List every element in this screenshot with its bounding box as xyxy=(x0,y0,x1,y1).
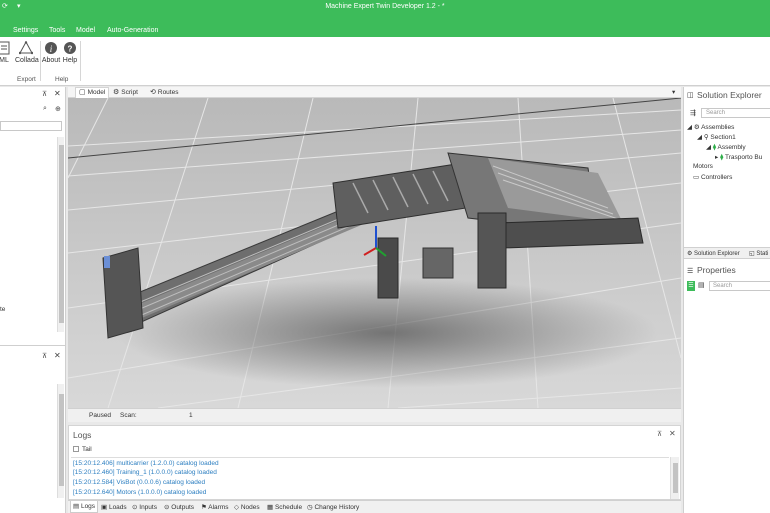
tree-item-motors[interactable]: Motors xyxy=(693,163,713,170)
menu-settings[interactable]: Settings xyxy=(13,27,38,34)
scan-value: 1 xyxy=(189,412,193,419)
logs-panel: Logs ⊼ ✕ Tail [15:20:12.406] multicarrie… xyxy=(68,425,681,500)
scan-label: Scan: xyxy=(120,412,137,419)
svg-text:?: ? xyxy=(68,45,73,54)
close-icon[interactable]: ✕ xyxy=(54,89,61,98)
tail-checkbox[interactable]: Tail xyxy=(73,446,92,453)
expand-icon[interactable]: ◢ xyxy=(697,134,704,141)
search-icon[interactable]: ⌕ xyxy=(43,105,47,113)
right-pane-tabs: ⚙ Solution Explorer ◱ Stati xyxy=(684,247,770,259)
tab-statistics[interactable]: ◱ Stati xyxy=(749,250,768,257)
logs-tab-icon: ▤ xyxy=(73,503,81,510)
scrollbar-thumb[interactable] xyxy=(59,145,64,323)
tab-alarms[interactable]: ⚑ Alarms xyxy=(201,503,229,511)
loads-tab-icon: ▣ xyxy=(101,504,109,511)
tab-schedule[interactable]: ▦ Schedule xyxy=(267,503,302,511)
3d-viewport[interactable] xyxy=(68,98,681,408)
tab-solution-explorer[interactable]: ⚙ Solution Explorer xyxy=(687,250,740,257)
tab-outputs[interactable]: ⊝ Outputs xyxy=(164,503,194,511)
about-button[interactable]: i About xyxy=(41,41,61,64)
pane-divider xyxy=(0,345,66,346)
log-line: [15:20:12.406] multicarrier (1.2.0.0) ca… xyxy=(73,460,219,467)
ribbon-group-export: Export xyxy=(17,76,36,83)
left-search-input[interactable] xyxy=(0,121,62,131)
scrollbar-thumb[interactable] xyxy=(59,394,64,486)
pin-icon[interactable]: ⊼ xyxy=(42,352,47,360)
scene-canvas[interactable] xyxy=(68,98,681,408)
schedule-tab-icon: ▦ xyxy=(267,504,275,511)
assemblies-icon: ⚙ xyxy=(693,124,702,131)
log-line: [15:20:12.584] VisBot (0.0.0.6) catalog … xyxy=(73,479,206,486)
menu-tools[interactable]: Tools xyxy=(49,27,65,34)
properties-icon: ☰ xyxy=(687,268,694,275)
filter-icon[interactable]: ⇶ xyxy=(690,109,696,117)
ribbon-group-help: Help xyxy=(55,76,69,83)
script-tab-icon: ⚙ xyxy=(113,89,120,96)
expand-icon[interactable]: ◢ xyxy=(687,124,694,131)
zoom-icon[interactable]: ⊕ xyxy=(55,105,61,113)
ribbon-group-separator xyxy=(80,41,81,81)
scrollbar-thumb[interactable] xyxy=(673,463,678,493)
menu-model[interactable]: Model xyxy=(76,27,95,34)
bottom-tabs: ▤ Logs ▣ Loads ⊙ Inputs ⊝ Outputs ⚑ Alar… xyxy=(68,500,681,513)
tree-item-assemblies[interactable]: ◢ ⚙ Assemblies xyxy=(687,123,734,131)
log-output[interactable]: [15:20:12.406] multicarrier (1.2.0.0) ca… xyxy=(71,457,669,499)
document-tabs: ▢ Model ⚙ Script ⟲ Routes ▾ xyxy=(68,87,681,98)
tree-item-controllers[interactable]: ▭ Controllers xyxy=(693,173,732,181)
left-scrollbar-2[interactable] xyxy=(57,384,64,498)
tab-loads[interactable]: ▣ Loads xyxy=(101,503,127,511)
left-tree-fragment: te xyxy=(0,306,6,313)
tab-logs[interactable]: ▤ Logs xyxy=(70,501,99,513)
help-icon: ? xyxy=(64,42,76,54)
properties-title: Properties xyxy=(697,265,736,275)
pin-icon[interactable]: ⊼ xyxy=(42,90,47,98)
properties-search-input[interactable]: Search xyxy=(709,281,770,291)
window-title: Machine Expert Twin Developer 1.2 - * xyxy=(325,3,445,10)
tree-item-section1[interactable]: ◢ ⚲ Section1 xyxy=(697,133,736,141)
solution-explorer-tab-icon: ⚙ xyxy=(687,251,695,257)
tabs-dropdown-icon[interactable]: ▾ xyxy=(672,88,675,96)
pin-icon[interactable]: ⊼ xyxy=(657,430,662,438)
model-tab-icon: ▢ xyxy=(79,89,86,96)
alphabetical-view-icon[interactable]: ▤ xyxy=(698,281,705,289)
tree-item-assembly[interactable]: ◢ ⧫ Assembly xyxy=(706,143,746,151)
ribbon: ML Collada i About ? Help Export Help xyxy=(0,37,770,86)
tab-nodes[interactable]: ◇ Nodes xyxy=(234,503,260,511)
title-bar: ⟳ ▾ Machine Expert Twin Developer 1.2 - … xyxy=(0,0,770,14)
left-scrollbar[interactable] xyxy=(57,137,64,332)
logs-title: Logs xyxy=(73,430,92,440)
logs-scrollbar[interactable] xyxy=(670,457,679,499)
menu-bar: Settings Tools Model Auto-Generation xyxy=(0,14,770,37)
left-pane: ⊼ ✕ ⌕ ⊕ te ⊼ ✕ xyxy=(0,87,66,513)
xml-icon xyxy=(0,41,10,55)
right-pane: ◫ Solution Explorer ⇶ Search ◢ ⚙ Assembl… xyxy=(683,87,770,513)
info-icon: i xyxy=(45,42,57,54)
categorized-view-icon[interactable]: ☰ xyxy=(687,281,695,291)
menu-auto-generation[interactable]: Auto-Generation xyxy=(107,27,158,34)
collada-icon xyxy=(19,41,33,55)
log-line: [15:20:12.460] Training_1 (1.0.0.0) cata… xyxy=(73,469,217,476)
tab-script[interactable]: ⚙ Script xyxy=(113,88,138,96)
checkbox-box[interactable] xyxy=(73,446,79,452)
solution-search-input[interactable]: Search xyxy=(701,108,770,118)
tab-routes[interactable]: ⟲ Routes xyxy=(150,88,178,96)
expand-icon[interactable]: ◢ xyxy=(706,144,713,151)
tab-inputs[interactable]: ⊙ Inputs xyxy=(132,503,157,511)
controllers-icon: ▭ xyxy=(693,174,701,181)
close-icon[interactable]: ✕ xyxy=(669,429,676,438)
tree-item-trasporto[interactable]: ▸ ⧫ Trasporto Bu xyxy=(715,153,762,161)
tab-model[interactable]: ▢ Model xyxy=(75,87,110,98)
log-line: [15:20:12.640] Motors (1.0.0.0) catalog … xyxy=(73,489,207,496)
nodes-tab-icon: ◇ xyxy=(234,504,241,511)
routes-tab-icon: ⟲ xyxy=(150,89,156,96)
close-icon[interactable]: ✕ xyxy=(54,351,61,360)
simulation-status-bar: Paused Scan: 1 xyxy=(68,408,681,422)
tab-change-history[interactable]: ◷ Change History xyxy=(307,503,359,511)
simulation-state: Paused xyxy=(89,412,112,419)
help-button[interactable]: ? Help xyxy=(62,41,78,64)
collapse-icon[interactable]: ◫ xyxy=(687,91,694,99)
solution-explorer-title: Solution Explorer xyxy=(697,90,762,100)
export-collada-button[interactable]: Collada xyxy=(15,41,39,64)
export-xml-button[interactable]: ML xyxy=(0,41,10,64)
